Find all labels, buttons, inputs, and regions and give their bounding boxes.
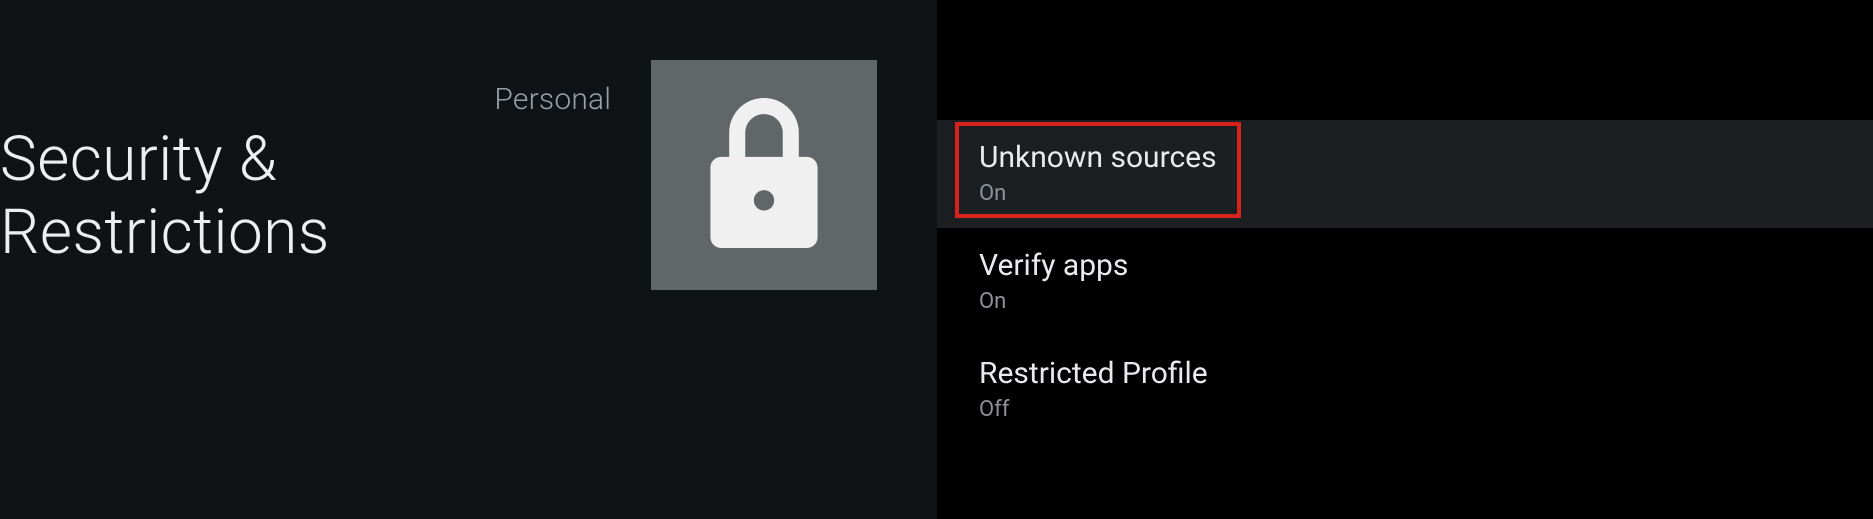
setting-title: Verify apps (979, 248, 1831, 283)
header-category: Personal (494, 82, 611, 117)
header-text: Personal Security & Restrictions (0, 82, 611, 269)
setting-verify-apps[interactable]: Verify apps On (937, 228, 1873, 336)
setting-title: Unknown sources (979, 140, 1831, 175)
setting-restricted-profile[interactable]: Restricted Profile Off (937, 336, 1873, 444)
settings-screen: Personal Security & Restrictions Unknown… (0, 0, 1873, 519)
setting-title: Restricted Profile (979, 356, 1831, 391)
setting-value: Off (979, 397, 1831, 422)
header-icon-tile (651, 60, 877, 290)
settings-list: Unknown sources On Verify apps On Restri… (937, 0, 1873, 519)
setting-value: On (979, 289, 1831, 314)
lock-icon (699, 98, 829, 252)
setting-value: On (979, 181, 1831, 206)
setting-unknown-sources[interactable]: Unknown sources On (937, 120, 1873, 228)
page-title: Security & Restrictions (0, 123, 611, 269)
header-block: Personal Security & Restrictions (0, 60, 937, 290)
header-panel: Personal Security & Restrictions (0, 0, 937, 519)
